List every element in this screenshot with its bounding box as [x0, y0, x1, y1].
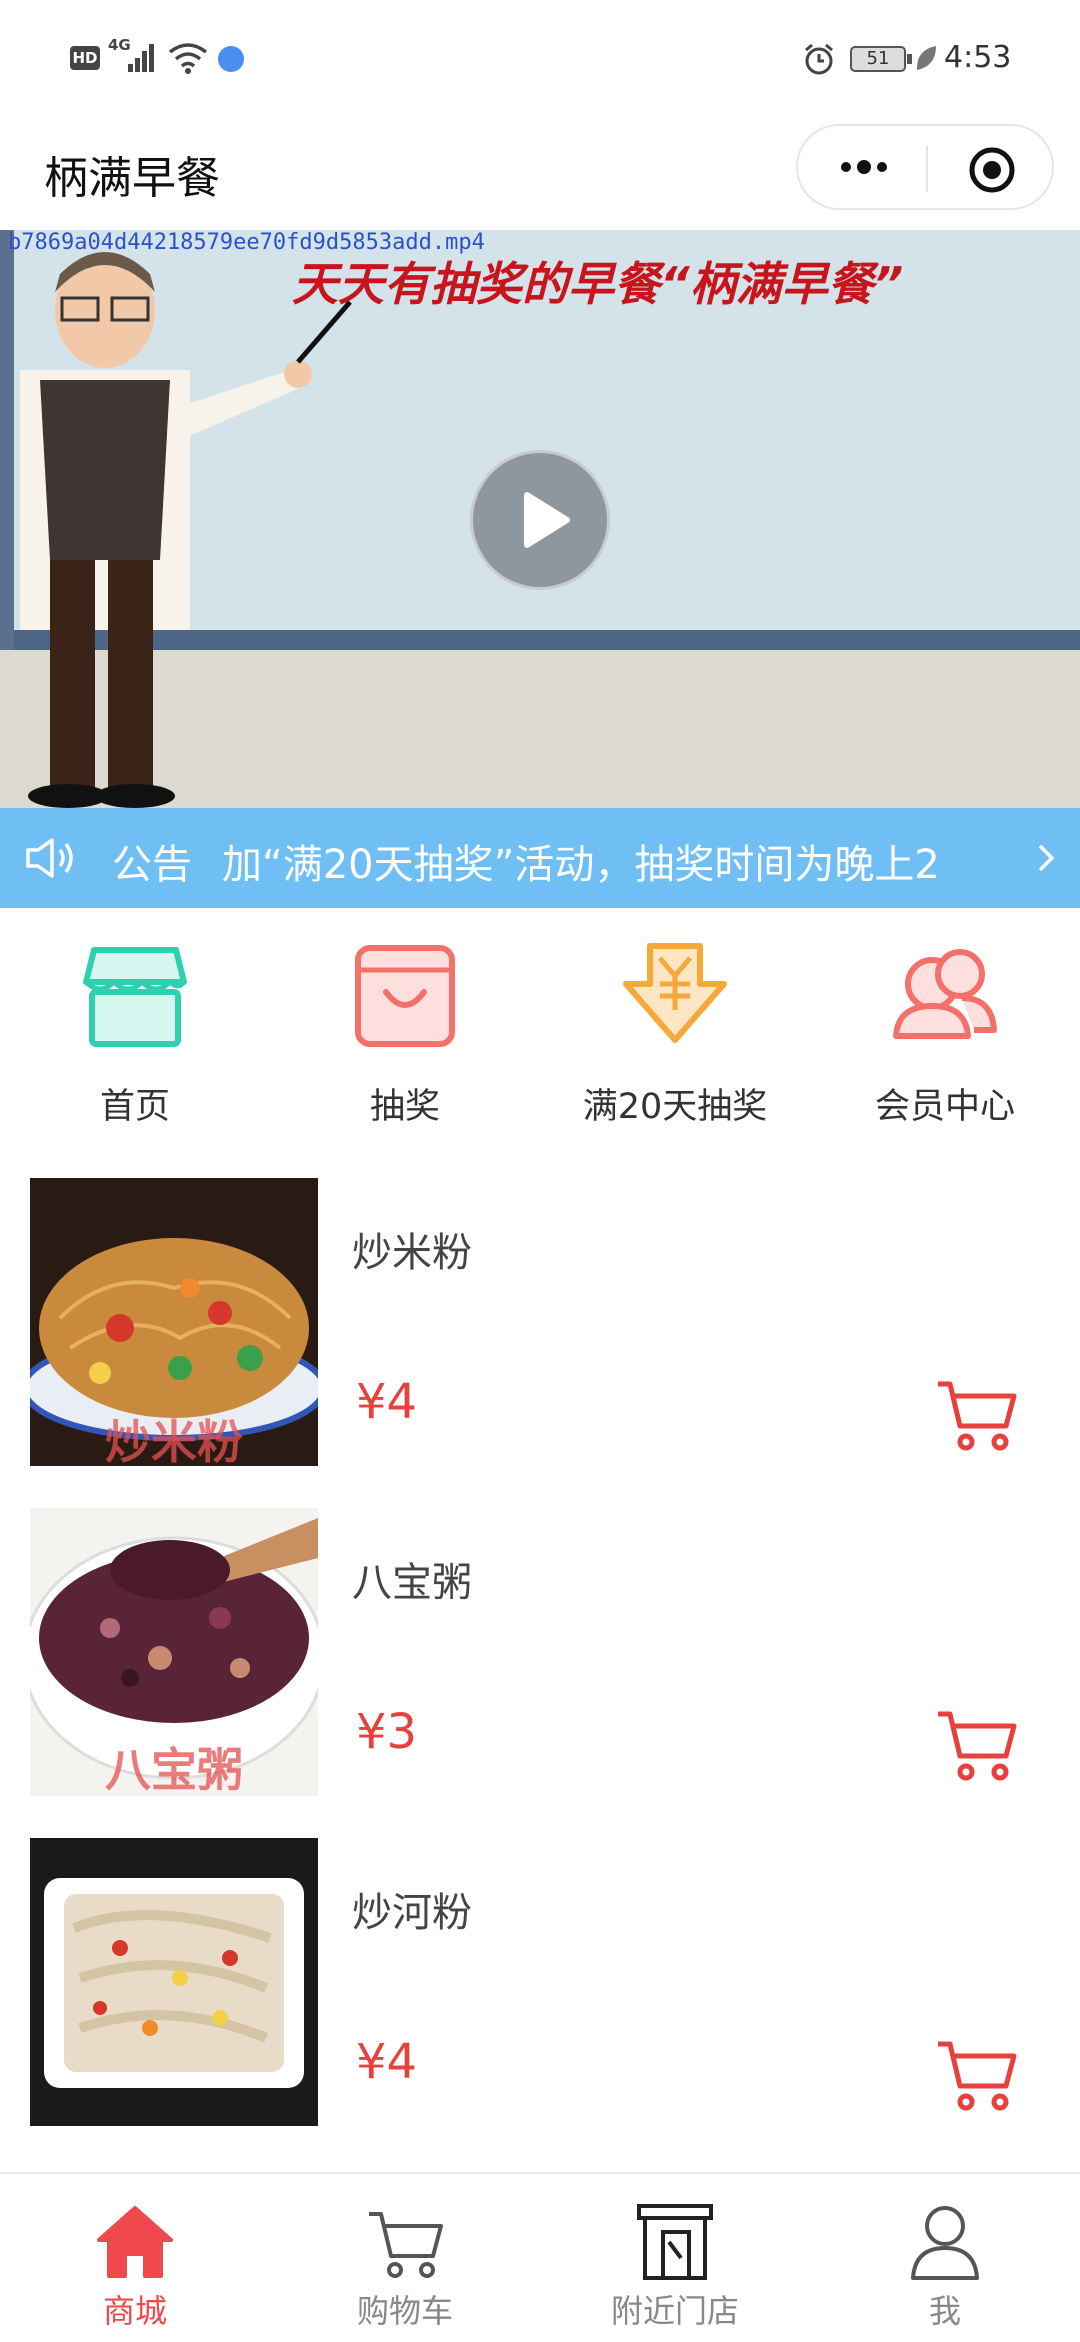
vpn-icon: [218, 46, 244, 72]
target-close-icon[interactable]: [968, 146, 1016, 194]
play-icon: [524, 492, 570, 548]
product-image-caption: 八宝粥: [105, 1743, 243, 1796]
leaf-icon: [914, 44, 938, 72]
nav-20day-lottery-label: 满20天抽奖: [582, 1087, 768, 1127]
tab-me[interactable]: 我: [810, 2174, 1080, 2342]
hd-icon: HD: [70, 46, 100, 70]
play-button[interactable]: [470, 450, 610, 590]
speaker-icon: [24, 836, 80, 880]
product-item[interactable]: 炒米粉 炒米粉 ¥4: [0, 1178, 1080, 1508]
product-image-caption: 炒米粉: [105, 1415, 243, 1466]
wifi-icon: [168, 42, 208, 74]
product-price: ¥4: [356, 1374, 418, 1430]
product-image[interactable]: 八宝粥: [30, 1508, 318, 1796]
notice-content: 公告 加“满20天抽奖”活动，抽奖时间为晚上2: [112, 832, 940, 890]
product-name: 炒河粉: [352, 1890, 472, 1936]
tab-mall-label: 商城: [102, 2292, 167, 2330]
product-image[interactable]: 炒米粉: [30, 1178, 318, 1466]
product-name: 八宝粥: [352, 1560, 472, 1606]
add-to-cart-icon[interactable]: [936, 2038, 1018, 2112]
battery-level: 51: [866, 48, 890, 69]
chevron-right-icon[interactable]: [1036, 842, 1056, 874]
nav-member-center-label: 会员中心: [874, 1087, 1015, 1127]
notice-label: 公告: [112, 842, 192, 888]
tab-mall[interactable]: 商城: [0, 2174, 270, 2342]
status-time: 4:53: [944, 40, 1012, 75]
tab-me-label: 我: [928, 2292, 961, 2330]
nav-lottery-label: 抽奖: [369, 1087, 440, 1127]
nav-home[interactable]: 首页: [0, 930, 270, 1130]
yuan-download-icon: [620, 940, 730, 1050]
nav-home-label: 首页: [99, 1087, 170, 1127]
tab-cart-label: 购物车: [356, 2292, 453, 2330]
product-item[interactable]: 炒河粉 ¥4: [0, 1838, 1080, 2168]
page-title: 柄满早餐: [44, 153, 220, 204]
product-image[interactable]: [30, 1838, 318, 2126]
home-icon: [95, 2202, 175, 2282]
capsule-divider: [926, 146, 928, 192]
add-to-cart-icon[interactable]: [936, 1378, 1018, 1452]
store-icon: [635, 2202, 715, 2282]
notice-bar[interactable]: 公告 加“满20天抽奖”活动，抽奖时间为晚上2: [0, 808, 1080, 908]
gift-bag-icon: [350, 940, 460, 1050]
tab-bar: 商城 购物车 附近门店 我: [0, 2172, 1080, 2340]
tab-cart[interactable]: 购物车: [270, 2174, 540, 2342]
status-bar: HD 4G 51 4:53: [0, 0, 1080, 120]
tab-nearby-store-label: 附近门店: [610, 2292, 739, 2330]
user-icon: [905, 2202, 985, 2282]
product-name: 炒米粉: [352, 1230, 472, 1276]
nav-20day-lottery[interactable]: 满20天抽奖: [540, 930, 810, 1130]
product-item[interactable]: 八宝粥 八宝粥 ¥3: [0, 1508, 1080, 1838]
product-price: ¥3: [356, 1704, 418, 1760]
shop-icon: [80, 940, 190, 1050]
nav-lottery[interactable]: 抽奖: [270, 930, 540, 1130]
video-headline: 天天有抽奖的早餐“柄满早餐”: [292, 257, 904, 311]
cart-icon: [365, 2202, 445, 2282]
video-player[interactable]: b7869a04d44218579ee70fd9d5853add.mp4 天天有…: [0, 230, 1080, 808]
nav-member-center[interactable]: 会员中心: [810, 930, 1080, 1130]
add-to-cart-icon[interactable]: [936, 1708, 1018, 1782]
tab-nearby-store[interactable]: 附近门店: [540, 2174, 810, 2342]
members-icon: [890, 940, 1000, 1050]
mini-program-capsule: [796, 124, 1054, 210]
notice-text: 加“满20天抽奖”活动，抽奖时间为晚上2: [222, 842, 940, 888]
battery-icon: 51: [850, 46, 912, 72]
alarm-icon: [802, 42, 836, 76]
product-price: ¥4: [356, 2034, 418, 2090]
more-dots-icon[interactable]: [838, 150, 890, 184]
4g-signal-icon: 4G: [108, 36, 160, 74]
